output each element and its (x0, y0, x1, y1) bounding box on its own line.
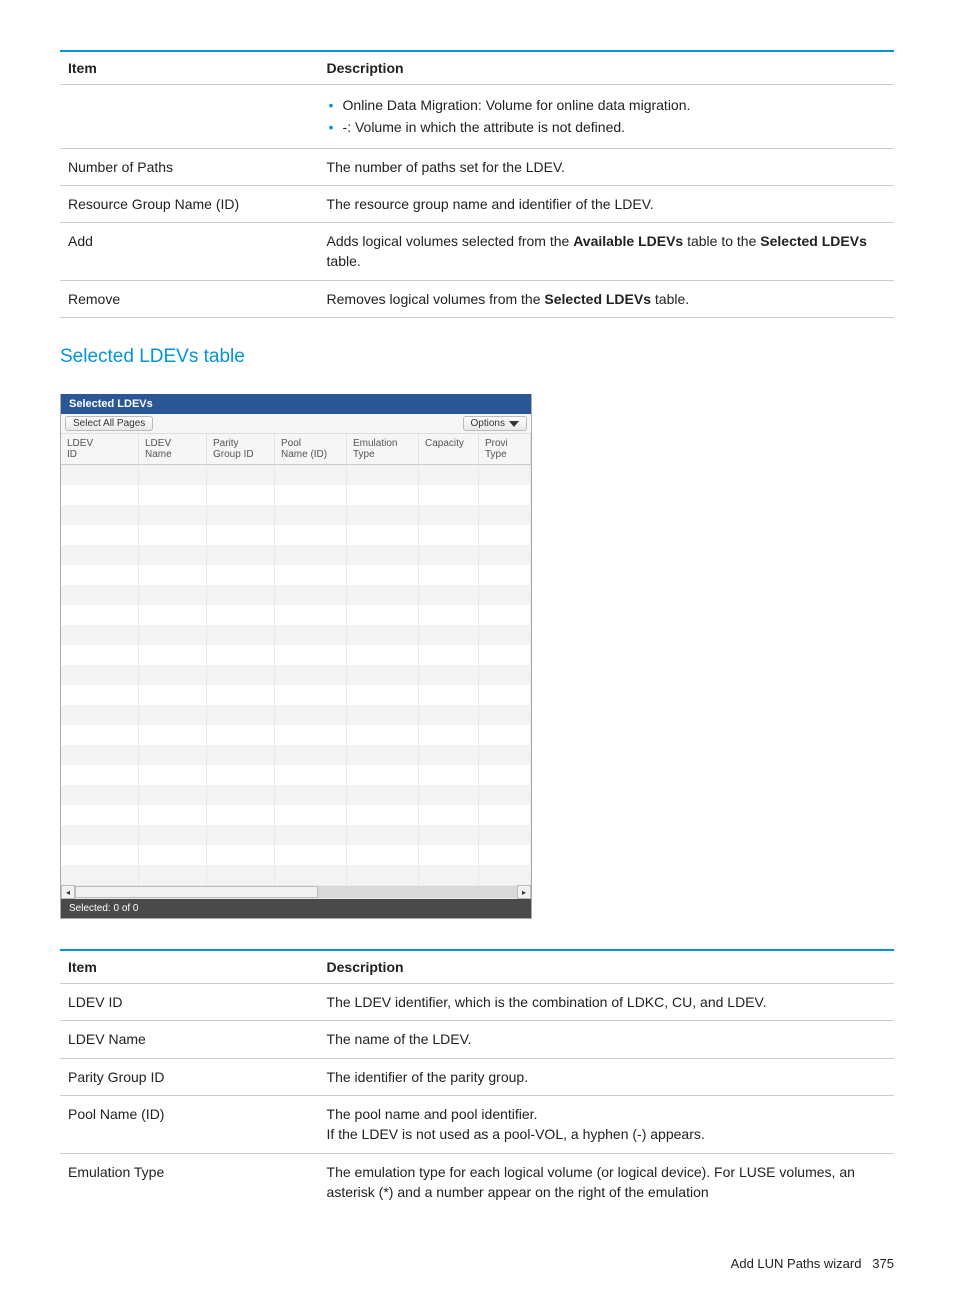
td-rg-desc: The resource group name and identifier o… (319, 185, 894, 222)
btd-r4-l2: If the LDEV is not used as a pool-VOL, a… (327, 1126, 705, 1142)
footer-text: Add LUN Paths wizard (731, 1256, 862, 1271)
td-remove-item: Remove (60, 280, 319, 317)
top-desc-table: Item Description Online Data Migration: … (60, 50, 894, 318)
app-col-4[interactable]: EmulationType (347, 434, 419, 464)
table-row[interactable] (61, 485, 531, 505)
footer-page: 375 (872, 1256, 894, 1271)
td-add-desc: Adds logical volumes selected from the A… (319, 223, 894, 281)
table-row[interactable] (61, 765, 531, 785)
table-row[interactable] (61, 645, 531, 665)
scroll-track[interactable] (75, 886, 517, 898)
remove-b1: Selected LDEVs (544, 291, 651, 307)
app-body (61, 465, 531, 885)
table-row[interactable] (61, 705, 531, 725)
btd-r5-desc: The emulation type for each logical volu… (319, 1153, 894, 1210)
bullet-2: -: Volume in which the attribute is not … (343, 117, 886, 137)
bullet-1: Online Data Migration: Volume for online… (343, 95, 886, 115)
td-add-item: Add (60, 223, 319, 281)
scroll-left-icon[interactable]: ◂ (61, 885, 75, 899)
bottom-desc-table: Item Description LDEV ID The LDEV identi… (60, 949, 894, 1210)
td-remove-desc: Removes logical volumes from the Selecte… (319, 280, 894, 317)
table-row[interactable] (61, 605, 531, 625)
th-item: Item (60, 51, 319, 85)
btd-r4-l1: The pool name and pool identifier. (327, 1106, 538, 1122)
btd-r4-desc: The pool name and pool identifier. If th… (319, 1095, 894, 1153)
add-b2: Selected LDEVs (760, 233, 867, 249)
td-empty-item (60, 85, 319, 149)
horizontal-scrollbar[interactable]: ◂ ▸ (61, 885, 531, 899)
remove-desc-2: table. (651, 291, 689, 307)
btd-r1-desc: The LDEV identifier, which is the combin… (319, 984, 894, 1021)
td-num-paths-desc: The number of paths set for the LDEV. (319, 148, 894, 185)
table-row[interactable] (61, 725, 531, 745)
app-col-0[interactable]: LDEVID (61, 434, 139, 464)
bth-desc: Description (319, 950, 894, 984)
table-row[interactable] (61, 845, 531, 865)
btd-r5-item: Emulation Type (60, 1153, 319, 1210)
table-row[interactable] (61, 865, 531, 885)
add-desc-3: table. (327, 253, 361, 269)
app-column-headers: LDEVIDLDEVNameParityGroup IDPoolName (ID… (61, 433, 531, 465)
app-col-3[interactable]: PoolName (ID) (275, 434, 347, 464)
select-all-pages-button[interactable]: Select All Pages (65, 416, 153, 431)
options-label: Options (471, 418, 505, 429)
table-row[interactable] (61, 465, 531, 485)
td-num-paths-item: Number of Paths (60, 148, 319, 185)
btd-r4-item: Pool Name (ID) (60, 1095, 319, 1153)
table-row[interactable] (61, 665, 531, 685)
th-desc: Description (319, 51, 894, 85)
bth-item: Item (60, 950, 319, 984)
options-dropdown[interactable]: Options (463, 416, 527, 431)
td-rg-item: Resource Group Name (ID) (60, 185, 319, 222)
add-desc-1: Adds logical volumes selected from the (327, 233, 574, 249)
table-row[interactable] (61, 565, 531, 585)
scroll-right-icon[interactable]: ▸ (517, 885, 531, 899)
app-col-2[interactable]: ParityGroup ID (207, 434, 275, 464)
table-row[interactable] (61, 525, 531, 545)
table-row[interactable] (61, 685, 531, 705)
btd-r3-item: Parity Group ID (60, 1058, 319, 1095)
table-row[interactable] (61, 745, 531, 765)
btd-r1-item: LDEV ID (60, 984, 319, 1021)
table-row[interactable] (61, 625, 531, 645)
table-row[interactable] (61, 585, 531, 605)
remove-desc-1: Removes logical volumes from the (327, 291, 545, 307)
app-col-6[interactable]: ProviType (479, 434, 531, 464)
td-bullets: Online Data Migration: Volume for online… (319, 85, 894, 149)
app-col-1[interactable]: LDEVName (139, 434, 207, 464)
table-row[interactable] (61, 825, 531, 845)
selected-count-bar: Selected: 0 of 0 (61, 899, 531, 918)
scroll-thumb[interactable] (75, 886, 318, 898)
table-row[interactable] (61, 785, 531, 805)
table-row[interactable] (61, 805, 531, 825)
table-row[interactable] (61, 545, 531, 565)
btd-r2-item: LDEV Name (60, 1021, 319, 1058)
app-title: Selected LDEVs (61, 394, 531, 414)
btd-r3-desc: The identifier of the parity group. (319, 1058, 894, 1095)
btd-r2-desc: The name of the LDEV. (319, 1021, 894, 1058)
selected-ldevs-heading: Selected LDEVs table (60, 346, 894, 368)
app-col-5[interactable]: Capacity (419, 434, 479, 464)
add-desc-2: table to the (683, 233, 760, 249)
page-footer: Add LUN Paths wizard 375 (60, 1256, 894, 1271)
selected-ldevs-app: Selected LDEVs Select All Pages Options … (60, 394, 532, 919)
add-b1: Available LDEVs (573, 233, 683, 249)
table-row[interactable] (61, 505, 531, 525)
app-toolbar: Select All Pages Options (61, 414, 531, 433)
chevron-down-icon (509, 421, 519, 427)
